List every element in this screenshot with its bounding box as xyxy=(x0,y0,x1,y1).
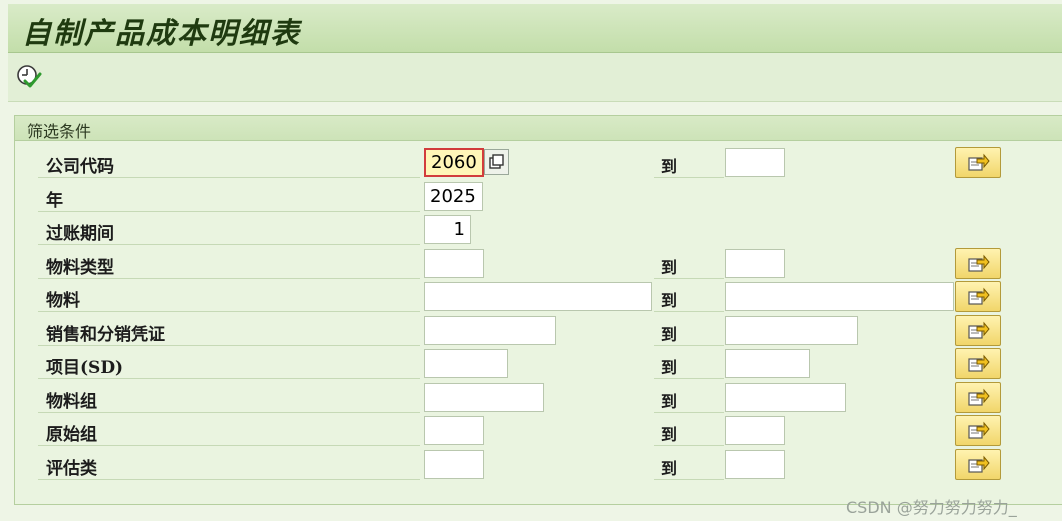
material-group-from-input[interactable] xyxy=(424,383,544,412)
multiple-selection-icon xyxy=(968,421,990,439)
company-code-to-input[interactable] xyxy=(725,148,785,177)
row-divider xyxy=(38,311,420,312)
label-posting-period: 过账期间 xyxy=(46,224,114,244)
label-origin-group: 原始组 xyxy=(46,425,97,445)
row-divider xyxy=(654,177,724,178)
toolbar xyxy=(8,53,1062,102)
clock-check-icon xyxy=(17,65,42,88)
multiple-selection-button[interactable] xyxy=(955,315,1001,346)
to-label: 到 xyxy=(661,325,678,344)
sales-document-to-input[interactable] xyxy=(725,316,858,345)
posting-period-input[interactable] xyxy=(424,215,471,244)
row-divider xyxy=(38,378,420,379)
row-valuation-class: 评估类 到 xyxy=(0,448,1062,482)
material-from-input[interactable] xyxy=(424,282,652,311)
watermark: CSDN @努力努力努力_ xyxy=(846,498,1017,517)
multiple-selection-button[interactable] xyxy=(955,415,1001,446)
origin-group-to-input[interactable] xyxy=(725,416,785,445)
multiple-selection-button[interactable] xyxy=(955,147,1001,178)
multiple-selection-button[interactable] xyxy=(955,382,1001,413)
row-year: 年 xyxy=(0,180,1062,214)
execute-button[interactable] xyxy=(16,64,42,90)
sales-document-from-input[interactable] xyxy=(424,316,556,345)
row-posting-period: 过账期间 xyxy=(0,213,1062,247)
row-divider xyxy=(654,345,724,346)
row-divider xyxy=(38,345,420,346)
to-label: 到 xyxy=(661,291,678,310)
material-type-to-input[interactable] xyxy=(725,249,785,278)
multiple-selection-icon xyxy=(968,254,990,272)
origin-group-from-input[interactable] xyxy=(424,416,484,445)
row-divider xyxy=(38,479,420,480)
row-divider xyxy=(38,445,420,446)
to-label: 到 xyxy=(661,459,678,478)
to-label: 到 xyxy=(661,358,678,377)
row-material-group: 物料组 到 xyxy=(0,381,1062,415)
multiple-selection-icon xyxy=(968,388,990,406)
company-code-from-input[interactable] xyxy=(424,148,484,177)
material-group-to-input[interactable] xyxy=(725,383,846,412)
label-material: 物料 xyxy=(46,291,80,311)
multiple-selection-icon xyxy=(968,287,990,305)
label-company-code: 公司代码 xyxy=(46,157,114,177)
row-sales-document: 销售和分销凭证 到 xyxy=(0,314,1062,348)
row-divider xyxy=(654,278,724,279)
group-title: 筛选条件 xyxy=(27,122,92,141)
multiple-selection-icon xyxy=(968,321,990,339)
multiple-selection-icon xyxy=(968,455,990,473)
row-divider xyxy=(38,278,420,279)
to-label: 到 xyxy=(661,425,678,444)
row-divider xyxy=(38,244,420,245)
valuation-class-from-input[interactable] xyxy=(424,450,484,479)
row-divider xyxy=(38,177,420,178)
title-bar: 自制产品成本明细表 xyxy=(8,4,1062,53)
multiple-selection-button[interactable] xyxy=(955,281,1001,312)
row-divider xyxy=(38,412,420,413)
to-label: 到 xyxy=(661,258,678,277)
row-material: 物料 到 xyxy=(0,280,1062,314)
row-divider xyxy=(654,445,724,446)
row-company-code: 公司代码 到 xyxy=(0,146,1062,180)
group-header: 筛选条件 xyxy=(15,116,1062,141)
label-year: 年 xyxy=(46,191,63,211)
page-title: 自制产品成本明细表 xyxy=(22,16,302,50)
material-to-input[interactable] xyxy=(725,282,954,311)
valuation-class-to-input[interactable] xyxy=(725,450,785,479)
row-divider xyxy=(654,378,724,379)
label-valuation-class: 评估类 xyxy=(46,459,97,479)
row-divider xyxy=(654,412,724,413)
item-sd-to-input[interactable] xyxy=(725,349,810,378)
multiple-selection-icon xyxy=(968,153,990,171)
label-sales-document: 销售和分销凭证 xyxy=(46,325,165,345)
row-divider xyxy=(654,479,724,480)
row-material-type: 物料类型 到 xyxy=(0,247,1062,281)
label-material-group: 物料组 xyxy=(46,392,97,412)
row-divider xyxy=(654,311,724,312)
item-sd-from-input[interactable] xyxy=(424,349,508,378)
material-type-from-input[interactable] xyxy=(424,249,484,278)
copy-icon[interactable] xyxy=(484,149,509,175)
to-label: 到 xyxy=(661,392,678,411)
year-input[interactable] xyxy=(424,182,483,211)
to-label: 到 xyxy=(661,157,678,176)
multiple-selection-button[interactable] xyxy=(955,348,1001,379)
row-item-sd: 项目(SD) 到 xyxy=(0,347,1062,381)
row-divider xyxy=(38,211,420,212)
multiple-selection-icon xyxy=(968,354,990,372)
label-material-type: 物料类型 xyxy=(46,258,114,278)
multiple-selection-button[interactable] xyxy=(955,449,1001,480)
multiple-selection-button[interactable] xyxy=(955,248,1001,279)
row-origin-group: 原始组 到 xyxy=(0,414,1062,448)
label-item-sd: 项目(SD) xyxy=(46,358,124,378)
